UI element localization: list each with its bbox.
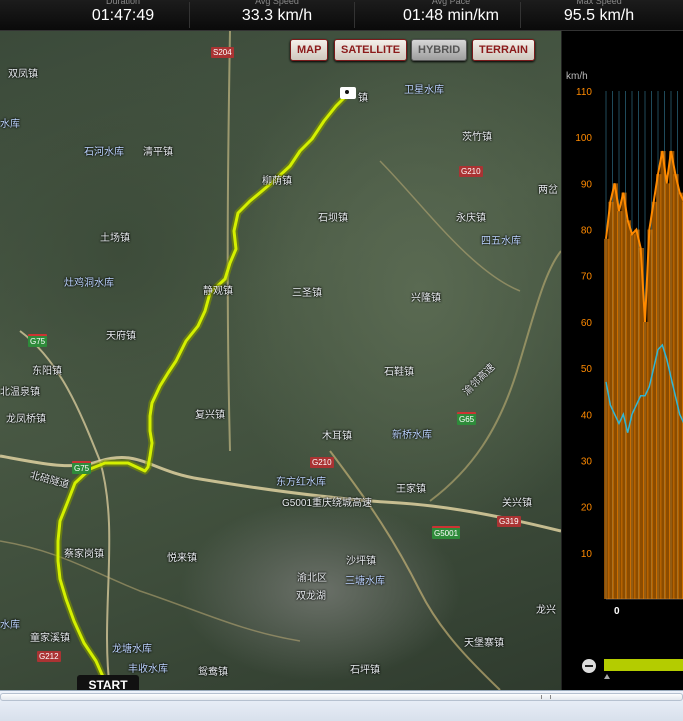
start-marker: START (77, 675, 139, 690)
town-label: 水库 (0, 620, 20, 631)
bottom-scrollbar[interactable] (0, 690, 683, 721)
town-label: 四五水库 (481, 236, 521, 247)
y-axis-label: km/h (566, 71, 588, 82)
stat-avg-pace-value: 01:48 min/km (402, 7, 500, 24)
town-label: 双凤镇 (8, 69, 38, 80)
y-tick-label: 10 (581, 549, 593, 560)
slider-handle-icon[interactable] (604, 674, 610, 679)
town-label: 石鞋镇 (384, 367, 414, 378)
town-label: 丰收水库 (128, 664, 168, 675)
town-label: 沙坪镇 (346, 556, 376, 567)
town-label: 龙塘水库 (112, 644, 152, 655)
stat-avg-speed-value: 33.3 km/h (241, 7, 313, 24)
town-label: 双龙湖 (296, 591, 326, 602)
speed-chart: km/h 10 20 30 40 50 60 70 80 90 100 110 0 (561, 31, 683, 690)
road-shield: G210 (310, 457, 334, 468)
town-label: 鸳鸯镇 (198, 667, 228, 678)
zoom-slider (604, 659, 683, 671)
town-label: 土场镇 (100, 233, 130, 244)
town-label: 石坪镇 (350, 665, 380, 676)
road-shield: G75 (28, 334, 48, 347)
town-label: 镇 (358, 93, 368, 104)
town-label: 石河水库 (84, 147, 124, 158)
maptype-map-button[interactable]: MAP (290, 39, 329, 61)
road-shield: G65 (457, 412, 477, 425)
town-label: 蔡家岗镇 (64, 549, 104, 560)
maptype-satellite-button[interactable]: SATELLITE (334, 39, 408, 61)
town-label: 两岔 (538, 185, 558, 196)
town-label: 东阳镇 (32, 366, 62, 377)
road-shield: G212 (37, 651, 61, 662)
y-tick-label: 40 (581, 410, 593, 421)
stat-max-speed: Max Speed 95.5 km/h (534, 0, 664, 30)
town-label: 新桥水库 (392, 430, 432, 441)
town-label: 水库 (0, 119, 20, 130)
town-label: 悦来镇 (167, 553, 197, 564)
y-tick-label: 90 (581, 179, 593, 190)
town-label: 童家溪镇 (30, 633, 70, 644)
town-label: 兴隆镇 (411, 293, 441, 304)
town-label: 东方红水库 (276, 477, 326, 488)
town-label: 天府镇 (106, 331, 136, 342)
stat-avg-speed: Avg Speed 33.3 km/h (213, 0, 341, 30)
town-label: 三圣镇 (292, 288, 322, 299)
y-tick-label: 60 (581, 318, 593, 329)
stat-duration-value: 01:47:49 (91, 7, 155, 24)
town-label: 柳荫镇 (262, 176, 292, 187)
town-label: 复兴镇 (195, 410, 225, 421)
y-tick-label: 80 (581, 226, 593, 237)
maptype-terrain-button[interactable]: TERRAIN (472, 39, 535, 61)
scrollbar-thumb[interactable] (0, 693, 683, 701)
town-label: 卫星水库 (404, 85, 444, 96)
road-shield: G75 (72, 461, 92, 474)
town-label: 静观镇 (203, 286, 233, 297)
camera-icon[interactable] (340, 87, 356, 99)
town-label: 灶鸡洞水库 (64, 278, 114, 289)
road-shield: S204 (211, 47, 234, 58)
y-tick-label: 50 (581, 364, 593, 375)
road-shield: G319 (497, 516, 521, 527)
scrollbar-grip-icon (541, 695, 551, 699)
town-label: 渝北区 (297, 573, 327, 584)
town-label: 石坝镇 (318, 213, 348, 224)
maptype-hybrid-button[interactable]: HYBRID (411, 39, 468, 61)
y-tick-label: 30 (581, 456, 593, 467)
town-label: 清平镇 (143, 147, 173, 158)
x-tick-label: 0 (614, 606, 620, 617)
road-shield: G210 (459, 166, 483, 177)
stat-avg-pace: Avg Pace 01:48 min/km (376, 0, 526, 30)
y-tick-label: 20 (581, 503, 593, 514)
town-label: 龙凤桥镇 (6, 414, 46, 425)
town-label: 天堡寨镇 (464, 638, 504, 649)
map-view[interactable]: MAP SATELLITE HYBRID TERRAIN 双凤镇 水库 石河水库… (0, 31, 561, 690)
stat-duration: Duration 01:47:49 (64, 0, 182, 30)
y-tick-label: 110 (576, 87, 592, 98)
stat-max-speed-value: 95.5 km/h (563, 7, 635, 24)
town-label: G5001重庆绕城高速 (282, 498, 373, 509)
town-label: 永庆镇 (456, 213, 486, 224)
y-tick-label: 100 (575, 133, 592, 144)
speed-chart-svg: km/h 10 20 30 40 50 60 70 80 90 100 110 0 (566, 71, 683, 679)
town-label: 茨竹镇 (462, 132, 492, 143)
road-shield: G5001 (432, 526, 461, 539)
town-label: 龙兴 (536, 605, 556, 616)
town-label: 关兴镇 (502, 498, 532, 509)
zoom-out-minus (585, 665, 593, 667)
town-label: 北温泉镇 (0, 387, 40, 398)
town-label: 三塘水库 (345, 576, 385, 587)
town-label: 木耳镇 (322, 431, 352, 442)
stats-bar: Duration 01:47:49 Avg Speed 33.3 km/h Av… (0, 0, 683, 31)
y-tick-label: 70 (581, 272, 593, 283)
town-label: 王家镇 (396, 484, 426, 495)
